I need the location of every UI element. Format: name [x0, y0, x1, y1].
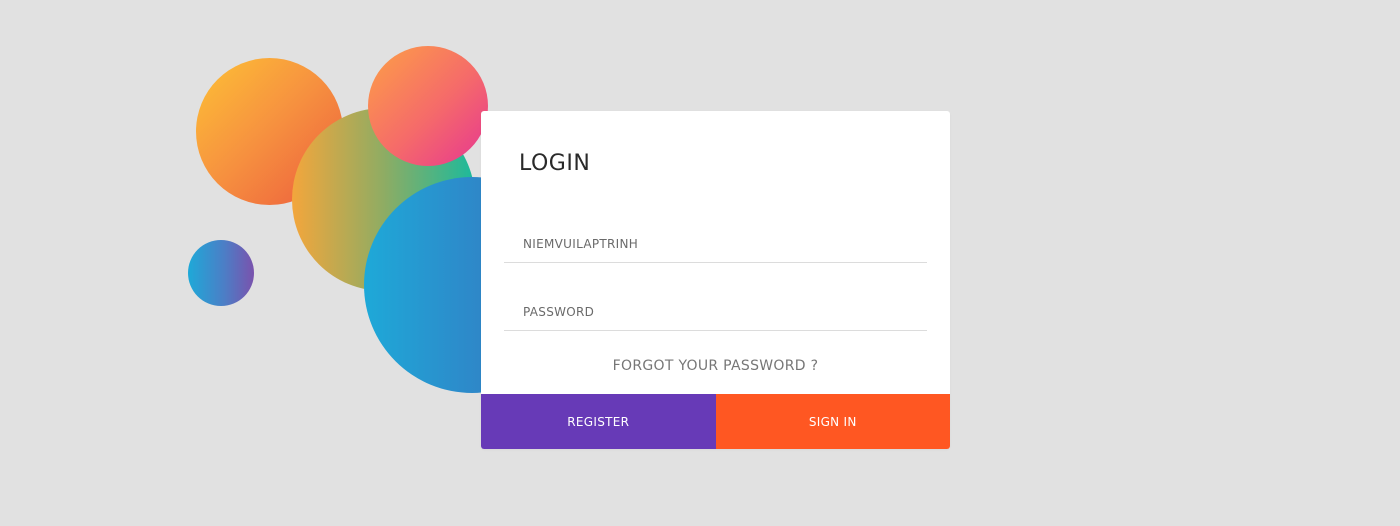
- forgot-password-link[interactable]: FORGOT YOUR PASSWORD ?: [481, 358, 950, 374]
- action-buttons: REGISTER SIGN IN: [481, 394, 950, 449]
- login-card: LOGIN FORGOT YOUR PASSWORD ? REGISTER SI…: [481, 111, 950, 449]
- login-title: LOGIN: [519, 151, 591, 176]
- register-button[interactable]: REGISTER: [481, 394, 716, 449]
- password-input[interactable]: [504, 293, 927, 331]
- blue-gradient-circle-small: [188, 240, 254, 306]
- username-input[interactable]: [504, 225, 927, 263]
- sign-in-button[interactable]: SIGN IN: [715, 394, 950, 449]
- pink-gradient-circle: [368, 46, 488, 166]
